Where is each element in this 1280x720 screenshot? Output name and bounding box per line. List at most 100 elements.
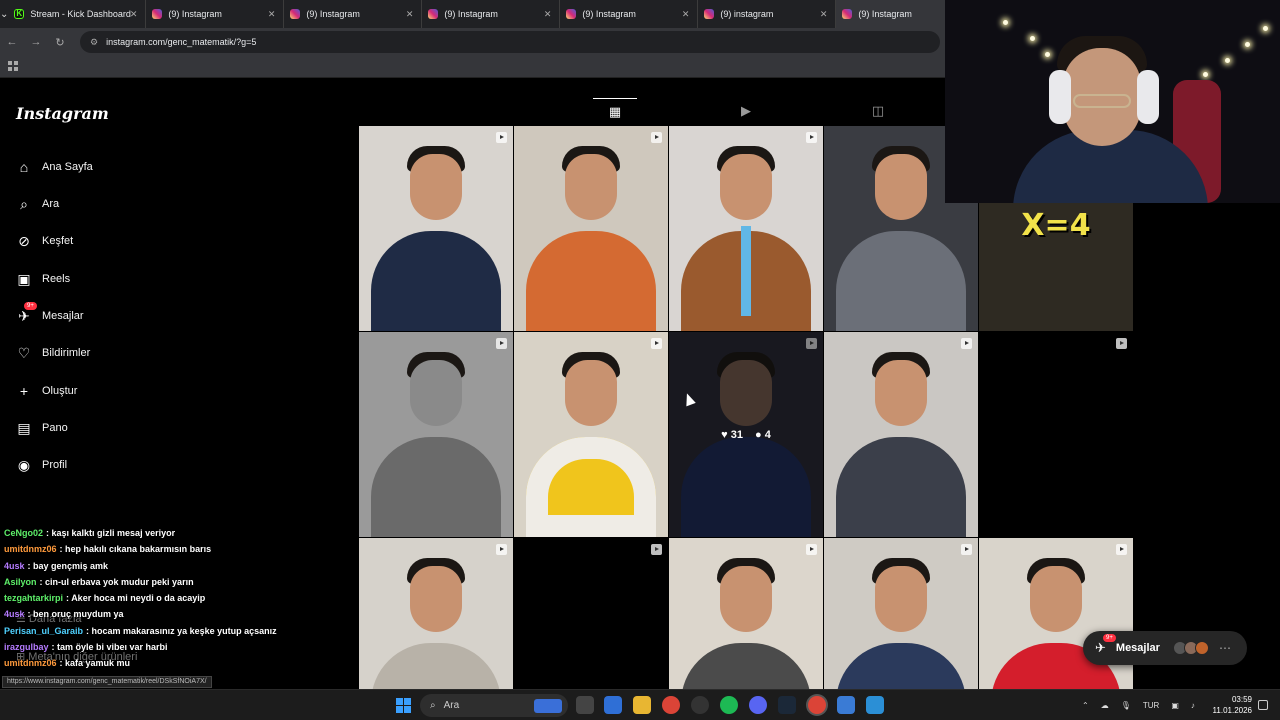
browser-tab-bar: ⌄ Stream - Kick Dashboard✕ (9) Instagram ✕… xyxy=(0,0,975,28)
sidebar-item-oluştur[interactable]: + Oluştur xyxy=(16,381,78,401)
person-body xyxy=(526,437,656,537)
chat-message: 4usk: bay gençmiş amk xyxy=(4,558,356,574)
reel-indicator-icon xyxy=(496,338,507,349)
messages-pill[interactable]: ✈ 9+ Mesajlar ⋯ xyxy=(1083,631,1247,665)
tab-reels[interactable]: ▶ xyxy=(724,98,768,124)
browser-tab[interactable]: (9) Instagram ✕ xyxy=(146,0,285,28)
clock-time: 03:59 xyxy=(1231,695,1252,704)
chat-username: irazgulbay xyxy=(4,642,49,653)
close-tab-icon[interactable]: ✕ xyxy=(406,9,414,20)
tab-search-chevron-icon[interactable]: ⌄ xyxy=(0,0,8,28)
task-view-icon[interactable] xyxy=(576,696,594,714)
chat-username: Asilyon xyxy=(4,576,37,587)
instagram-icon xyxy=(152,9,163,19)
sidebar-item-reels[interactable]: ▣ Reels xyxy=(16,269,70,289)
notification-icon[interactable] xyxy=(1258,700,1268,710)
chat-username: CeNgo02 xyxy=(4,528,44,538)
search-icon: ⌕ xyxy=(430,700,436,711)
instagram-logo[interactable]: Instagram xyxy=(16,104,109,123)
sidebar-item-keşfet[interactable]: ⊘ Keşfet xyxy=(16,231,73,251)
sidebar-item-label: Mesajlar xyxy=(42,310,84,322)
browser-tab[interactable]: Stream - Kick Dashboard✕ xyxy=(8,0,147,28)
search-highlight-icon xyxy=(534,698,562,713)
url-field[interactable]: ⚙ instagram.com/genc_matematik/?g=5 xyxy=(80,31,940,53)
close-tab-icon[interactable]: ✕ xyxy=(820,9,828,20)
sidebar-item-label: Keşfet xyxy=(42,235,74,247)
apps-grid-icon[interactable] xyxy=(8,61,18,71)
app-icon[interactable] xyxy=(691,696,709,714)
person-body xyxy=(371,231,501,331)
sidebar-item-profil[interactable]: ◉ Profil xyxy=(16,455,67,475)
close-tab-icon[interactable]: ✕ xyxy=(682,9,690,20)
windows-start-icon[interactable] xyxy=(396,698,411,713)
post-thumbnail[interactable] xyxy=(979,332,1133,537)
chrome-icon[interactable] xyxy=(662,696,680,714)
chrome-active-icon[interactable] xyxy=(808,696,826,714)
sidebar-item-mesajlar[interactable]: ✈ 9+ Mesajlar xyxy=(16,302,84,326)
instagram-icon xyxy=(704,9,715,19)
notepad-icon[interactable] xyxy=(866,696,884,714)
post-thumbnail[interactable] xyxy=(359,126,513,331)
chat-text: tam öyle bi vibeı var harbi xyxy=(57,642,168,653)
reel-indicator-icon xyxy=(496,132,507,143)
reels-icon: ▣ xyxy=(17,270,31,287)
wifi-icon[interactable]: ▣ xyxy=(1171,701,1179,710)
reload-icon[interactable]: ↻ xyxy=(48,36,72,49)
browser-tab[interactable]: (9) Instagram ✕ xyxy=(560,0,699,28)
message-avatars xyxy=(1172,641,1209,655)
reel-indicator-icon xyxy=(1116,338,1127,349)
headphone-right xyxy=(1137,70,1159,124)
store-icon[interactable] xyxy=(604,696,622,714)
instagram-icon xyxy=(842,9,853,19)
tab-title: (9) Instagram xyxy=(444,9,498,19)
chat-text: kaşı kalktı gizli mesaj veriyor xyxy=(51,528,176,538)
post-thumbnail[interactable] xyxy=(359,332,513,537)
discord-icon[interactable] xyxy=(749,696,767,714)
chat-message: umitdnmz06: kafa yamuk mu xyxy=(4,655,356,671)
post-thumbnail[interactable] xyxy=(669,126,823,331)
chat-message: tezgahtarkirpi: Aker hoca mi neydi o da … xyxy=(4,590,356,606)
file-explorer-icon[interactable] xyxy=(633,696,651,714)
post-thumbnail[interactable] xyxy=(514,332,668,537)
status-bar-url: https://www.instagram.com/genc_matematik… xyxy=(2,676,212,688)
bookmarks-bar xyxy=(0,56,945,78)
spotify-icon[interactable] xyxy=(720,696,738,714)
reels-icon: ▶ xyxy=(741,103,751,118)
network-tray-icon[interactable]: ☁ xyxy=(1101,701,1109,710)
app-icon-2[interactable] xyxy=(837,696,855,714)
steam-icon[interactable] xyxy=(778,696,796,714)
forward-arrow-icon[interactable]: → xyxy=(24,36,48,48)
close-tab-icon[interactable]: ✕ xyxy=(130,9,138,20)
sidebar-item-pano[interactable]: ▤ Pano xyxy=(16,418,67,438)
close-tab-icon[interactable]: ✕ xyxy=(268,9,276,20)
instagram-icon xyxy=(428,9,439,19)
post-thumbnail[interactable] xyxy=(824,332,978,537)
tab-title: (9) Instagram xyxy=(168,9,222,19)
site-info-icon[interactable]: ⚙ xyxy=(90,37,98,48)
close-tab-icon[interactable]: ✕ xyxy=(544,9,552,20)
avatar xyxy=(1194,641,1209,655)
tab-title: (9) Instagram xyxy=(582,9,636,19)
tab-tagged[interactable]: ◫ xyxy=(856,98,900,124)
clock[interactable]: 03:59 11.01.2026 xyxy=(1210,694,1252,716)
messages-pill-label: Mesajlar xyxy=(1115,642,1160,654)
language-indicator[interactable]: TUR xyxy=(1143,701,1159,710)
sidebar-item-ara[interactable]: ⌕ Ara xyxy=(16,194,59,214)
tab-posts[interactable]: ▦ xyxy=(593,98,637,124)
back-arrow-icon[interactable]: ← xyxy=(0,36,24,48)
microphone-icon[interactable]: 🎙 xyxy=(1121,701,1131,710)
sidebar-item-bildirimler[interactable]: ♡ Bildirimler xyxy=(16,343,91,363)
sidebar-item-ana-sayfa[interactable]: ⌂ Ana Sayfa xyxy=(16,157,93,177)
browser-tab[interactable]: (9) Instagram ✕ xyxy=(284,0,423,28)
tray-overflow-icon[interactable]: ⌃ xyxy=(1082,701,1089,710)
browser-tab[interactable]: (9) instagram ✕ xyxy=(698,0,837,28)
browser-tab[interactable]: (9) Instagram ✕ xyxy=(422,0,561,28)
reel-indicator-icon xyxy=(961,338,972,349)
person-face xyxy=(875,360,927,426)
volume-icon[interactable]: ♪ xyxy=(1191,701,1195,710)
post-thumbnail[interactable] xyxy=(514,126,668,331)
chat-text: kafa yamuk mu xyxy=(65,658,131,669)
taskbar-search[interactable]: ⌕ Ara xyxy=(420,694,568,717)
post-thumbnail[interactable]: ♥ 31 ● 4 xyxy=(669,332,823,537)
chat-text: Aker hoca mi neydi o da acayip xyxy=(71,593,206,604)
